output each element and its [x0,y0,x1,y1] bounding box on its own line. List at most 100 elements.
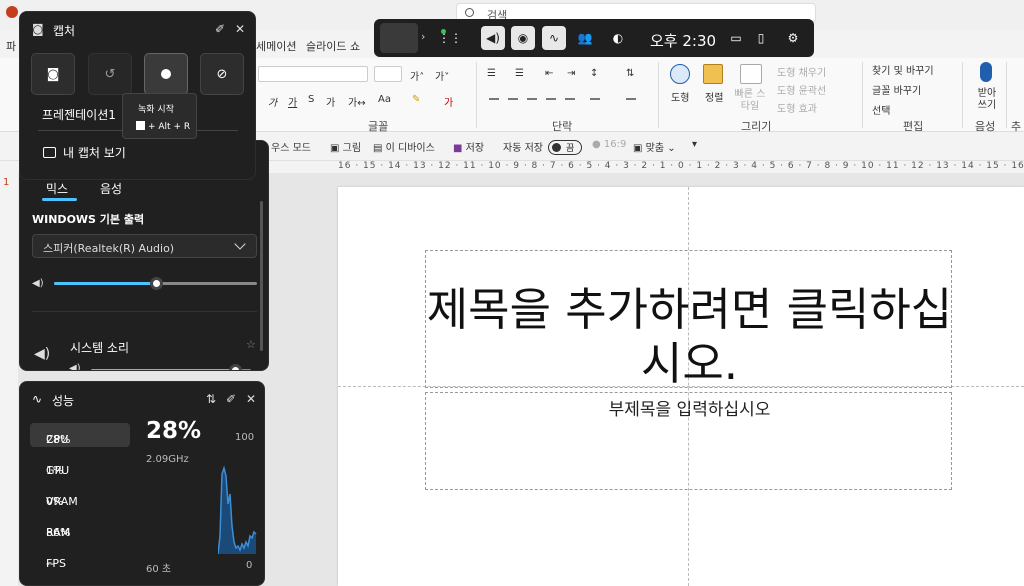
distribute-icon[interactable] [565,98,575,100]
strike-icon[interactable]: 가 [326,94,335,109]
bullets-icon[interactable]: ☰ [487,68,496,79]
performance-title: 성능 [52,394,75,408]
picture-button[interactable]: ▣ 그림 [330,139,361,154]
case-icon[interactable]: Aa [378,94,391,105]
grow-font-icon[interactable]: 가˄ [410,68,424,83]
tooltip-shortcut-text: + Alt + R [148,122,191,132]
metric-vram[interactable]: VRAM 0% [30,485,130,509]
metric-cpu[interactable]: CPU 28% [30,423,130,447]
scrollbar[interactable] [260,201,263,351]
indent-increase-icon[interactable]: ⇥ [567,68,575,79]
spacing-icon[interactable]: 가↔ [348,94,366,109]
subtitle-placeholder-text: 부제목을 입력하십시오 [608,400,771,420]
master-volume-thumb[interactable] [149,277,163,290]
font-name-box[interactable] [258,66,368,82]
master-volume-fill [54,282,156,285]
font-color-icon[interactable]: 가 [444,94,453,109]
camera-icon[interactable]: ◉ [511,26,535,50]
star-icon[interactable]: ☆ [246,338,256,351]
columns-icon[interactable] [590,98,600,100]
arrange-button[interactable]: 정렬 [705,89,723,104]
replace-font-button[interactable]: 글꼴 바꾸기 [872,82,921,97]
group-paragraph-label: 단락 [552,120,573,133]
align-left-icon[interactable] [489,98,499,100]
settings-sliders-icon[interactable]: ⇅ [206,392,216,406]
indent-decrease-icon[interactable]: ⇤ [545,68,553,79]
output-device-select[interactable]: 스피커(Realtek(R) Audio) [32,234,257,258]
quick-styles-button[interactable]: 빠른 스타일 [733,89,767,113]
record-tooltip: 녹화 시작 + Alt + R [122,93,197,139]
speaker-icon: ◀) [34,346,51,362]
close-icon[interactable]: ✕ [246,392,256,406]
performance-icon[interactable]: ∿ [542,26,566,50]
system-volume-slider[interactable] [91,364,251,370]
graph-max-label: 100 [235,432,255,443]
chevron-right-icon[interactable]: › [421,30,425,43]
gear-icon[interactable]: ⚙ [781,26,805,50]
save-button[interactable]: ■ 저장 [453,139,484,154]
metric-gpu[interactable]: GPU 1% [30,454,130,478]
slide: 제목을 추가하려면 클릭하십시오. 부제목을 입력하십시오 [338,187,1024,586]
start-recording-button[interactable] [144,53,188,95]
volume-icon[interactable]: ◀) [481,26,505,50]
touch-mode-button[interactable]: 우스 모드 [271,139,311,154]
underline-icon[interactable]: 가 [288,94,297,109]
metric-fps[interactable]: FPS -- [30,547,130,571]
line-spacing-icon[interactable]: ↕ [590,68,598,79]
tab-slideshow[interactable]: 슬라이드 쇼 [306,38,360,54]
shrink-font-icon[interactable]: 가˅ [435,68,449,83]
aspect-button[interactable]: ● 16:9 [592,139,626,150]
pin-icon[interactable]: ✐ [226,392,236,406]
master-volume-slider[interactable] [54,277,257,290]
align-center-icon[interactable] [508,98,518,100]
numbering-icon[interactable]: ☰ [515,68,524,79]
metric-ram[interactable]: RAM 86% [30,516,130,540]
align-text-icon[interactable] [626,98,636,100]
cpu-graph-area [218,468,256,554]
mouse-icon[interactable]: ▯ [749,26,773,50]
italic-icon[interactable]: 가 [268,94,277,109]
font-size-box[interactable] [374,66,402,82]
from-device-button[interactable]: ▤ 이 디바이스 [373,139,435,154]
edge-icon[interactable]: ◐ [606,26,630,50]
customize-qat-icon[interactable]: ▾ [692,139,697,150]
people-icon[interactable]: 👥 [573,26,597,50]
battery-icon[interactable]: ▭ [724,26,748,50]
view-captures-link[interactable]: 내 캡처 보기 [63,144,126,161]
text-direction-icon[interactable]: ⇅ [626,68,634,79]
save-icon: ■ [453,143,463,154]
justify-icon[interactable] [546,98,556,100]
screenshot-button[interactable]: ◙ [31,53,75,95]
tab-animation[interactable]: 세메이션 [256,38,296,54]
microphone-icon [980,62,992,82]
game-bar: › ⋮⋮ ◀) ◉ ∿ 👥 ◐ 오후 2:30 ▭ ▯ ⚙ [374,19,814,57]
find-replace-button[interactable]: 찾기 및 바꾸기 [872,62,934,77]
metric-label: CPU 28% [46,433,71,446]
fit-button[interactable]: ▣ 맞춤 ⌄ [633,139,676,154]
subtitle-placeholder[interactable]: 부제목을 입력하십시오 [425,392,952,490]
record-last-button[interactable]: ↺ [88,53,132,95]
close-icon[interactable]: ✕ [235,22,245,36]
system-volume-thumb[interactable] [229,364,242,370]
title-placeholder[interactable]: 제목을 추가하려면 클릭하십시오. [425,250,952,390]
capture-app-name: 프레젠테이션1 [42,108,116,122]
shadow-icon[interactable]: S [308,94,314,105]
windows-key-icon [136,121,145,130]
shapes-button[interactable]: 도형 [671,89,689,104]
shape-outline-button[interactable]: 도형 윤곽선 [777,82,826,97]
tab-mix[interactable]: 믹스 [46,180,68,197]
highlight-icon[interactable]: ✎ [412,94,420,105]
app-thumbnail[interactable] [380,23,418,53]
horizontal-ruler: 16 · 15 · 14 · 13 · 12 · 11 · 10 · 9 · 8… [338,161,1024,173]
tab-file[interactable]: 파 [6,38,16,54]
dictate-button[interactable]: 받아쓰기 [974,88,1000,112]
align-right-icon[interactable] [527,98,537,100]
gallery-icon [43,147,56,158]
autosave-toggle[interactable]: 끔 [548,140,582,155]
pin-icon[interactable]: ✐ [215,22,225,36]
shape-fill-button[interactable]: 도형 채우기 [777,64,826,79]
tab-voice[interactable]: 음성 [100,180,122,197]
shape-effects-button[interactable]: 도형 효과 [777,100,817,115]
mic-toggle-button[interactable]: ⊘ [200,53,244,95]
select-button[interactable]: 선택 [872,102,890,117]
